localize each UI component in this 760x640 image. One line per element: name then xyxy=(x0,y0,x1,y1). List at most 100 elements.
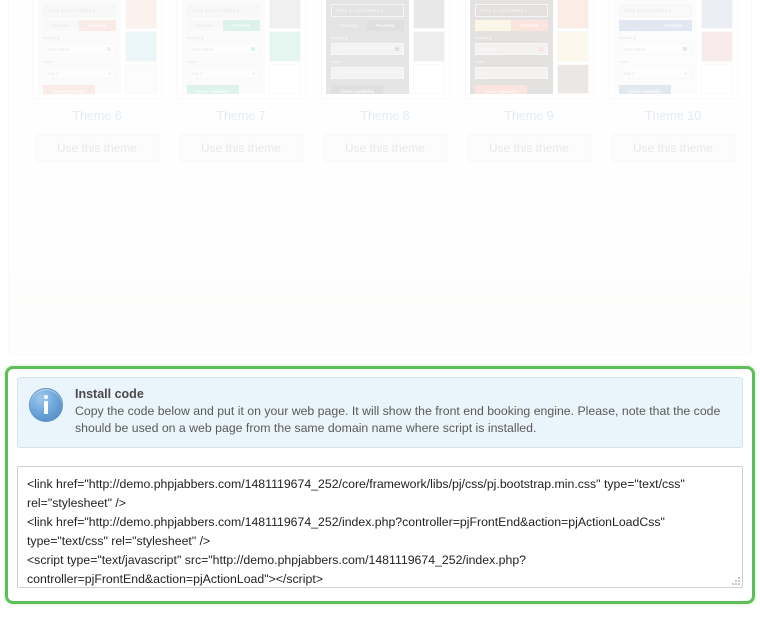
theme-preview-value-from: City A xyxy=(479,70,491,76)
theme-preview-tab-one-way: One Way xyxy=(331,20,368,31)
theme-preview[interactable]: DATE & LOCATIONS ▾ One Way Roundtrip Depart… xyxy=(32,0,162,99)
theme-preview-tab-one-way: One Way xyxy=(618,20,655,31)
page-root: DATE & LOCATIONS ▾ One Way Roundtrip Depart… xyxy=(0,0,760,640)
theme-swatches xyxy=(700,0,733,94)
theme-preview-form: DATE & LOCATIONS ▾ One Way Roundtrip Depart… xyxy=(613,0,697,94)
theme-swatch xyxy=(124,31,157,62)
install-code-panel: Install code Copy the code below and put… xyxy=(5,366,755,604)
chevron-down-icon: ▾ xyxy=(540,70,543,76)
chevron-down-icon: ▾ xyxy=(108,70,111,76)
use-this-theme-button[interactable]: Use this theme xyxy=(179,134,303,162)
theme-row: DATE & LOCATIONS ▾ One Way Roundtrip Depart… xyxy=(25,0,738,162)
theme-preview-form: DATE & LOCATIONS ▾ One Way Roundtrip Depart… xyxy=(37,0,121,94)
theme-preview-tab-roundtrip: Roundtrip xyxy=(79,20,116,31)
theme-preview-label-from: From xyxy=(42,59,52,64)
calendar-icon xyxy=(538,47,543,51)
theme-preview-header: DATE & LOCATIONS ▾ xyxy=(474,4,548,17)
calendar-icon xyxy=(250,47,255,51)
theme-swatch xyxy=(412,63,445,94)
theme-preview-header: DATE & LOCATIONS ▾ xyxy=(42,4,116,17)
themes-panel: DATE & LOCATIONS ▾ One Way Roundtrip Depart… xyxy=(8,0,752,355)
theme-preview-value-from: City A xyxy=(335,70,347,76)
calendar-icon xyxy=(106,47,111,51)
theme-preview-tab-one-way: One Way xyxy=(474,20,511,31)
theme-preview-tab-roundtrip: Roundtrip xyxy=(511,20,548,31)
theme-name-label: Theme 8 xyxy=(360,109,410,123)
theme-swatch xyxy=(124,0,157,30)
theme-preview[interactable]: DATE & LOCATIONS ▾ One Way Roundtrip Depart… xyxy=(608,0,738,99)
theme-preview-input-from: City A ▾ xyxy=(474,67,548,79)
theme-preview-label-departing: Departing xyxy=(186,35,204,40)
resize-grip-icon[interactable] xyxy=(730,575,740,585)
theme-preview-input-from: City A ▾ xyxy=(42,67,116,79)
chevron-down-icon: ▾ xyxy=(684,70,687,76)
install-title: Install code xyxy=(75,387,144,401)
theme-preview-submit-button: Check Availability xyxy=(42,85,96,94)
install-code-textarea[interactable]: <link href="http://demo.phpjabbers.com/1… xyxy=(17,466,743,588)
theme-preview-label-departing: Departing xyxy=(618,35,636,40)
theme-swatch xyxy=(700,63,733,94)
theme-preview-submit-button: Check Availability xyxy=(474,85,528,94)
use-this-theme-button[interactable]: Use this theme xyxy=(35,134,159,162)
info-circle-icon xyxy=(29,388,63,422)
theme-swatch xyxy=(268,0,301,30)
theme-preview-header: DATE & LOCATIONS ▾ xyxy=(186,4,260,17)
theme-preview[interactable]: DATE & LOCATIONS ▾ One Way Roundtrip Depart… xyxy=(464,0,594,99)
theme-preview-value-departing: 04-07-2016 xyxy=(191,46,213,52)
theme-preview-label-from: From xyxy=(618,59,628,64)
theme-swatch xyxy=(556,31,589,62)
theme-swatch xyxy=(700,31,733,62)
theme-swatches xyxy=(556,0,589,94)
install-description: Copy the code below and put it on your w… xyxy=(75,404,721,435)
use-this-theme-button[interactable]: Use this theme xyxy=(323,134,447,162)
theme-preview-tabs: One Way Roundtrip xyxy=(618,20,692,31)
theme-swatch xyxy=(124,63,157,94)
theme-preview-submit-button: Check Availability xyxy=(330,85,384,94)
theme-preview-tab-roundtrip: Roundtrip xyxy=(367,20,404,31)
theme-name-label: Theme 6 xyxy=(72,109,122,123)
theme-preview[interactable]: DATE & LOCATIONS ▾ One Way Roundtrip Depart… xyxy=(176,0,306,99)
theme-card: DATE & LOCATIONS ▾ One Way Roundtrip Depart… xyxy=(457,0,601,162)
theme-preview-value-departing: 04-07-2016 xyxy=(479,46,501,52)
theme-card: DATE & LOCATIONS ▾ One Way Roundtrip Depart… xyxy=(601,0,745,162)
theme-swatch xyxy=(268,31,301,62)
theme-swatch xyxy=(556,0,589,30)
theme-preview-input-from: City A ▾ xyxy=(186,67,260,79)
install-info-text: Install code Copy the code below and put… xyxy=(75,387,730,436)
theme-preview[interactable]: DATE & LOCATIONS ▾ One Way Roundtrip Depart… xyxy=(320,0,450,99)
theme-preview-tabs: One Way Roundtrip xyxy=(331,20,404,31)
theme-preview-input-departing: 04-07-2016 xyxy=(618,43,692,55)
theme-preview-input-departing: 04-07-2016 xyxy=(330,43,404,55)
themes-grid: DATE & LOCATIONS ▾ One Way Roundtrip Depart… xyxy=(9,0,751,354)
theme-preview-input-from: City A ▾ xyxy=(618,67,692,79)
theme-preview-submit-button: Check Availability xyxy=(618,85,672,94)
use-this-theme-button[interactable]: Use this theme xyxy=(467,134,591,162)
theme-preview-tabs: One Way Roundtrip xyxy=(474,20,548,31)
theme-preview-label-departing: Departing xyxy=(474,35,492,40)
theme-preview-tab-roundtrip: Roundtrip xyxy=(223,20,260,31)
theme-preview-value-departing: 04-07-2016 xyxy=(47,46,69,52)
use-this-theme-button[interactable]: Use this theme xyxy=(611,134,735,162)
theme-name-label: Theme 9 xyxy=(504,109,554,123)
theme-preview-tabs: One Way Roundtrip xyxy=(43,20,116,31)
theme-preview-input-from: City A ▾ xyxy=(330,67,404,79)
theme-swatch xyxy=(700,0,733,30)
theme-preview-header: DATE & LOCATIONS ▾ xyxy=(618,4,692,17)
theme-preview-header: DATE & LOCATIONS ▾ xyxy=(330,4,404,17)
theme-preview-input-departing: 04-07-2016 xyxy=(474,43,548,55)
theme-swatch xyxy=(412,31,445,62)
theme-preview-form: DATE & LOCATIONS ▾ One Way Roundtrip Depart… xyxy=(469,0,553,94)
theme-preview-value-departing: 04-07-2016 xyxy=(335,46,357,52)
theme-preview-label-departing: Departing xyxy=(42,35,60,40)
theme-swatch xyxy=(556,63,589,94)
theme-preview-value-from: City A xyxy=(191,70,203,76)
theme-swatch xyxy=(268,63,301,94)
theme-card: DATE & LOCATIONS ▾ One Way Roundtrip Depart… xyxy=(313,0,457,162)
theme-preview-input-departing: 04-07-2016 xyxy=(42,43,116,55)
theme-preview-label-from: From xyxy=(186,59,196,64)
chevron-down-icon: ▾ xyxy=(396,70,399,76)
theme-preview-input-departing: 04-07-2016 xyxy=(186,43,260,55)
theme-swatch xyxy=(412,0,445,30)
install-info-alert: Install code Copy the code below and put… xyxy=(17,377,743,448)
theme-card: DATE & LOCATIONS ▾ One Way Roundtrip Depart… xyxy=(25,0,169,162)
